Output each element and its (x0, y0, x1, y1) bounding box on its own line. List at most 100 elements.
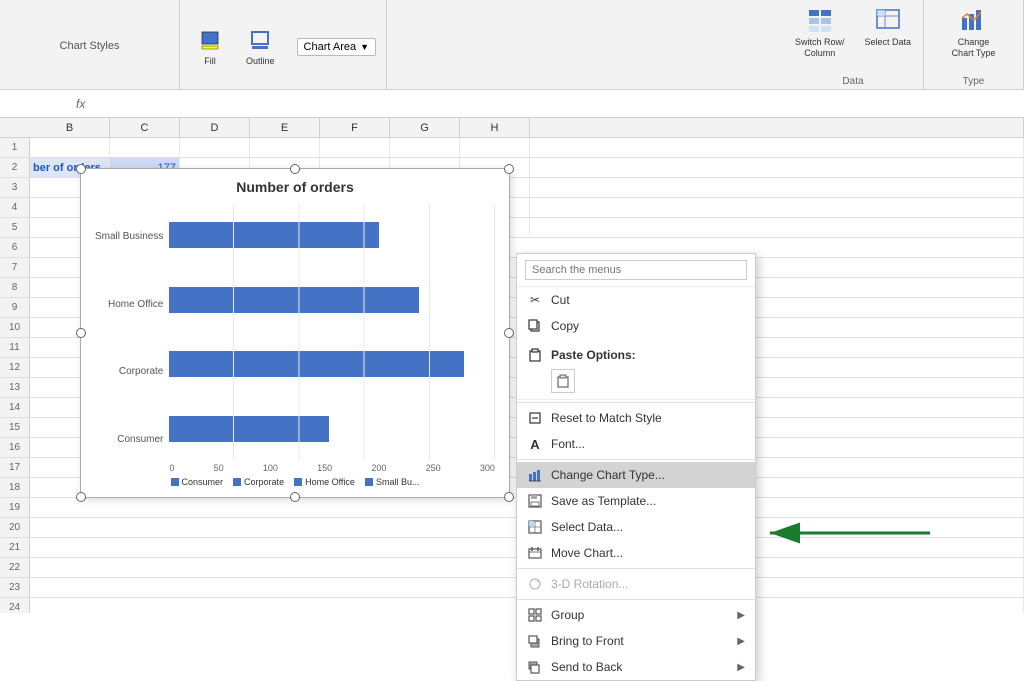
save-template-icon (527, 493, 543, 509)
y-label-1: Home Office (95, 299, 163, 310)
paste-clipboard-button[interactable] (551, 369, 575, 393)
cell-extra-5[interactable] (530, 218, 1024, 237)
menu-item-bring-to-front[interactable]: Bring to Front ▶ (517, 628, 755, 654)
cell-extra-3[interactable] (530, 178, 1024, 197)
handle-mr[interactable] (504, 328, 514, 338)
reset-icon (527, 410, 543, 426)
outline-button[interactable]: Outline (240, 23, 281, 70)
menu-item-select-data[interactable]: Select Data... (517, 514, 755, 540)
cell-h1[interactable] (460, 138, 530, 157)
menu-divider-2 (517, 459, 755, 460)
bar-row-0 (169, 222, 495, 248)
fill-label: Fill (204, 56, 216, 67)
cell-extra-4[interactable] (530, 198, 1024, 217)
menu-item-font[interactable]: A Font... (517, 431, 755, 457)
menu-item-cut[interactable]: ✂ Cut (517, 287, 755, 313)
chart-y-axis: Small Business Home Office Corporate Con… (95, 203, 169, 473)
chart-x-axis: 050100150200250300 (169, 461, 495, 473)
send-back-arrow-icon: ▶ (737, 662, 745, 673)
col-header-d: D (180, 118, 250, 137)
bar-row-3 (169, 416, 495, 442)
green-arrow-indicator (760, 508, 940, 561)
outline-label: Outline (246, 56, 275, 67)
handle-tl[interactable] (76, 164, 86, 174)
change-chart-type-button[interactable]: ChangeChart Type (946, 4, 1002, 62)
menu-divider-3 (517, 568, 755, 569)
cell-e1[interactable] (250, 138, 320, 157)
cell-extra-2[interactable] (530, 158, 1024, 177)
legend-item-home-office: Home Office (294, 477, 355, 487)
data-group: Switch Row/Column Select Data Data (783, 0, 924, 89)
table-row: 23 (0, 578, 1024, 598)
ribbon: Chart Styles Fill (0, 0, 1024, 90)
send-back-icon (527, 659, 543, 675)
bring-front-arrow-icon: ▶ (737, 636, 745, 647)
chart-bar-small-biz (169, 222, 379, 248)
handle-tc[interactable] (290, 164, 300, 174)
menu-search-row (517, 254, 755, 287)
menu-item-bring-front-label: Bring to Front (551, 634, 624, 648)
legend-dot (171, 478, 179, 486)
chart-bars (169, 203, 495, 461)
chart-object[interactable]: Number of orders Small Business Home Off… (80, 168, 510, 498)
menu-item-copy-label: Copy (551, 319, 579, 333)
formula-bar: fx (0, 90, 1024, 118)
data-group-label: Data (789, 76, 917, 87)
handle-bc[interactable] (290, 492, 300, 502)
scissors-icon: ✂ (527, 292, 543, 308)
column-headers: B C D E F G H (0, 118, 1024, 138)
cell-g1[interactable] (390, 138, 460, 157)
select-data-button[interactable]: Select Data (858, 4, 917, 51)
switch-row-col-button[interactable]: Switch Row/Column (789, 4, 851, 62)
move-chart-icon (527, 545, 543, 561)
menu-item-save-template[interactable]: Save as Template... (517, 488, 755, 514)
menu-item-change-chart-label: Change Chart Type... (551, 468, 665, 482)
col-header-e: E (250, 118, 320, 137)
cell-f1[interactable] (320, 138, 390, 157)
legend-dot (233, 478, 241, 486)
change-chart-type-icon (959, 7, 987, 35)
y-label-0: Small Business (95, 231, 163, 242)
chart-title: Number of orders (95, 179, 495, 195)
handle-bl[interactable] (76, 492, 86, 502)
group-arrow-icon: ▶ (737, 610, 745, 621)
chart-bar-home-office (169, 287, 419, 313)
chart-area-dropdown[interactable]: Chart Area ▼ (297, 38, 377, 56)
cell-d1[interactable] (180, 138, 250, 157)
chart-area-value: Chart Area (304, 41, 357, 53)
menu-item-send-to-back[interactable]: Send to Back ▶ (517, 654, 755, 680)
menu-item-reset-match-style[interactable]: Reset to Match Style (517, 405, 755, 431)
bar-row-1 (169, 287, 495, 313)
bring-front-icon (527, 633, 543, 649)
menu-item-select-data-label: Select Data... (551, 520, 623, 534)
menu-item-move-chart[interactable]: Move Chart... (517, 540, 755, 566)
outline-icon (246, 26, 274, 54)
chart-styles-group: Chart Styles (0, 0, 180, 89)
legend-item-small-biz: Small Bu... (365, 477, 420, 487)
menu-item-change-chart-type[interactable]: Change Chart Type... (517, 462, 755, 488)
fill-icon (196, 26, 224, 54)
legend-label: Small Bu... (376, 477, 420, 487)
type-group: ChangeChart Type Type (924, 0, 1024, 89)
cell-b1[interactable] (30, 138, 110, 157)
menu-item-group[interactable]: Group ▶ (517, 602, 755, 628)
cell-c1[interactable] (110, 138, 180, 157)
fill-button[interactable]: Fill (190, 23, 230, 70)
handle-ml[interactable] (76, 328, 86, 338)
switch-row-col-icon (806, 7, 834, 35)
bar-row-2 (169, 351, 495, 377)
menu-item-copy[interactable]: Copy (517, 313, 755, 339)
legend-item-corporate: Corporate (233, 477, 284, 487)
select-data-label: Select Data (864, 37, 911, 48)
legend-item-consumer: Consumer (171, 477, 224, 487)
legend-label: Home Office (305, 477, 355, 487)
change-chart-type-label: ChangeChart Type (952, 37, 996, 59)
handle-br[interactable] (504, 492, 514, 502)
col-header-more (530, 118, 1024, 137)
y-label-3: Consumer (95, 434, 163, 445)
menu-search-input[interactable] (525, 260, 747, 280)
legend-dot (365, 478, 373, 486)
col-header-c: C (110, 118, 180, 137)
cell-extra-1[interactable] (530, 138, 1024, 157)
handle-tr[interactable] (504, 164, 514, 174)
